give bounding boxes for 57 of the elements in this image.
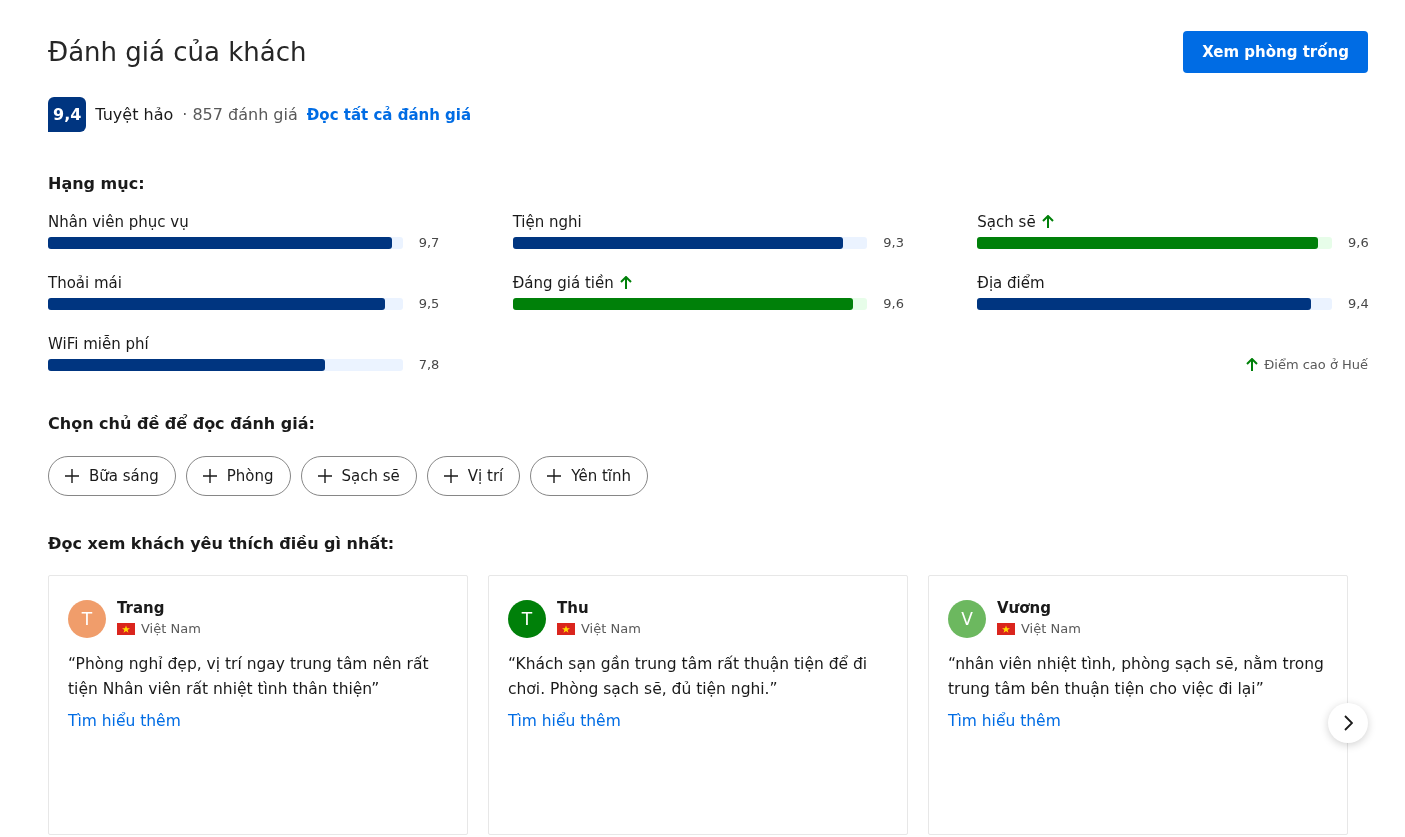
read-more-link[interactable]: Tìm hiểu thêm xyxy=(508,712,621,730)
legend-label: Điểm cao ở Huế xyxy=(1264,357,1368,372)
category-name: Nhân viên phục vụ xyxy=(48,213,190,231)
section-title: Đánh giá của khách xyxy=(48,37,307,67)
next-button[interactable] xyxy=(1328,703,1368,743)
reviewer-name: Vương xyxy=(997,599,1052,617)
up-arrow-icon xyxy=(1041,215,1054,229)
category-name: Địa điểm xyxy=(977,274,1046,292)
reviewer-country: Việt Nam xyxy=(141,621,201,636)
topics-heading: Chọn chủ đề để đọc đánh giá: xyxy=(48,414,316,433)
category-score: 9,6 xyxy=(883,296,904,311)
plus-icon xyxy=(202,469,217,483)
category-score: 9,3 xyxy=(883,235,904,250)
avatar: T xyxy=(68,600,106,638)
flag-icon xyxy=(117,622,135,635)
read-more-link[interactable]: Tìm hiểu thêm xyxy=(68,712,181,730)
topic-chip[interactable]: Phòng xyxy=(185,456,291,496)
score-badge: 9,4 xyxy=(48,97,87,132)
category-name: Đáng giá tiền xyxy=(512,274,904,292)
topic-chip[interactable]: Vị trí xyxy=(426,456,521,496)
reviewer-name: Thu xyxy=(557,599,590,617)
reviewer-name: Trang xyxy=(117,599,166,617)
rating-label: Tuyệt hảo xyxy=(95,105,174,124)
topic-chip[interactable]: Yên tĩnh xyxy=(530,456,648,496)
plus-icon xyxy=(65,469,79,483)
review-text: “nhân viên nhiệt tình, phòng sạch sẽ, nằm trong trung tâm bên thuận tiện cho việc đi lại” xyxy=(948,654,1325,700)
plus-icon xyxy=(317,469,332,483)
category-name: Sạch sẽ xyxy=(977,213,1368,231)
up-arrow-icon xyxy=(1246,358,1259,372)
review-text: “Phòng nghỉ đẹp, vị trí ngay trung tâm nên rất tiện Nhân viên rất nhiệt tình thân thiện” xyxy=(68,654,430,700)
reviewer-country: Việt Nam xyxy=(581,621,641,636)
flag-icon xyxy=(557,622,575,635)
category-score: 9,7 xyxy=(418,235,439,250)
read-all-link[interactable]: Đọc tất cả đánh giá xyxy=(306,105,472,124)
reviews-heading: Đọc xem khách yêu thích điều gì nhất: xyxy=(48,534,396,553)
chevron-right-icon xyxy=(1343,715,1353,731)
review-text: “Khách sạn gần trung tâm rất thuận tiện để đi chơi. Phòng sạch sẽ, đủ tiện nghi.” xyxy=(508,654,869,700)
category-name: Thoải mái xyxy=(48,274,123,292)
category-name: WiFi miễn phí xyxy=(48,335,150,353)
availability-button[interactable]: Xem phòng trống xyxy=(1183,31,1368,73)
category-name: Tiện nghi xyxy=(512,213,583,231)
topic-chip[interactable]: Sạch sẽ xyxy=(300,456,417,496)
avatar: T xyxy=(508,600,546,638)
flag-icon xyxy=(997,622,1015,635)
categories-heading: Hạng mục: xyxy=(48,174,146,193)
read-more-link[interactable]: Tìm hiểu thêm xyxy=(948,712,1061,730)
review-count: · 857 đánh giá xyxy=(182,105,298,124)
category-score: 7,8 xyxy=(418,357,439,372)
plus-icon xyxy=(443,469,458,483)
category-score: 9,6 xyxy=(1348,235,1368,250)
up-arrow-icon xyxy=(619,276,632,290)
category-score: 9,4 xyxy=(1348,296,1368,311)
topic-chip[interactable]: Bữa sáng xyxy=(48,456,176,496)
plus-icon xyxy=(547,469,562,483)
reviewer-country: Việt Nam xyxy=(1021,621,1081,636)
avatar: V xyxy=(948,600,986,638)
category-score: 9,5 xyxy=(418,296,439,311)
